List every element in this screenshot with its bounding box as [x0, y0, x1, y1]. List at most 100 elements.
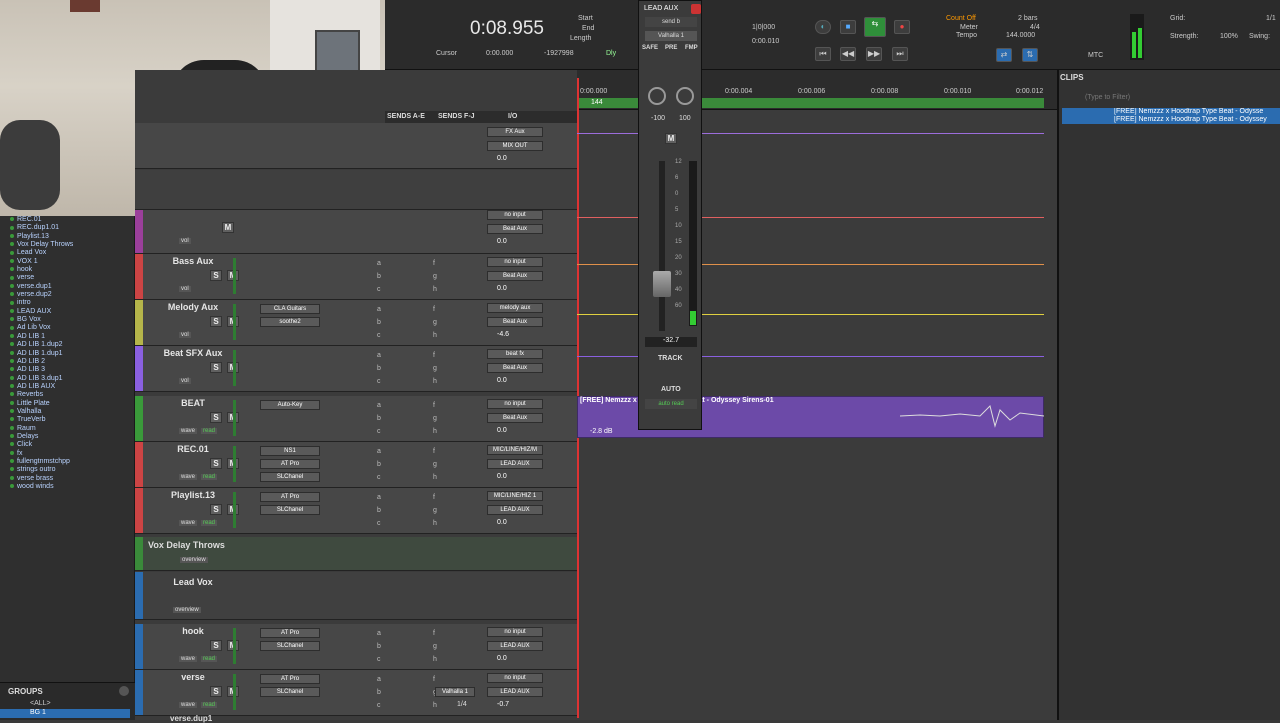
solo-button[interactable]: S: [210, 412, 222, 423]
track-visibility-icon[interactable]: [10, 217, 14, 222]
group-bg1[interactable]: BG 1: [0, 709, 130, 718]
tempo-value[interactable]: 144.0000: [1006, 32, 1035, 39]
track-volume[interactable]: 0.0: [497, 519, 507, 526]
track-name[interactable]: BEAT: [148, 398, 238, 408]
track-visibility-icon[interactable]: [10, 250, 14, 255]
track-input[interactable]: MIC/LINE/HIZ 1: [487, 491, 543, 501]
view-selector[interactable]: vol: [179, 238, 191, 244]
automation-mode[interactable]: read: [201, 428, 218, 434]
sidebar-track-item[interactable]: VOX 1: [10, 258, 134, 266]
region-gain[interactable]: -2.8 dB: [590, 428, 613, 435]
track-volume[interactable]: 0.0: [497, 655, 507, 662]
sidebar-track-item[interactable]: TrueVerb: [10, 416, 134, 424]
view-selector[interactable]: wave: [179, 474, 198, 480]
send-slot[interactable]: f: [433, 402, 435, 409]
track-volume[interactable]: 0.0: [497, 377, 507, 384]
track-visibility-icon[interactable]: [10, 359, 14, 363]
send-slot[interactable]: f: [433, 676, 435, 683]
forward-icon[interactable]: ▶▶: [866, 47, 882, 61]
clip-item-1[interactable]: [FREE] Nemzzz x Hoodtrap Type Beat - Ody…: [1062, 108, 1280, 116]
sync-icon[interactable]: ⇅: [1022, 48, 1038, 62]
send-slot[interactable]: b: [377, 461, 381, 468]
insert-slot[interactable]: SLChanel: [260, 472, 320, 482]
track-volume[interactable]: -4.6: [497, 331, 509, 338]
send-slot[interactable]: a: [377, 630, 381, 637]
sidebar-track-item[interactable]: LEAD AUX: [10, 308, 134, 316]
stop-icon[interactable]: ■: [840, 20, 856, 34]
send-slot[interactable]: c: [377, 378, 381, 385]
track-input[interactable]: no input: [487, 673, 543, 683]
automation-mode[interactable]: read: [201, 474, 218, 480]
safe-button[interactable]: SAFE: [642, 45, 658, 51]
sidebar-track-item[interactable]: Ad Lib Vox: [10, 324, 134, 332]
link-icon[interactable]: ⇄: [996, 48, 1012, 62]
track-input[interactable]: FX Aux: [487, 127, 543, 137]
send-slot[interactable]: f: [433, 352, 435, 359]
mtc-label[interactable]: MTC: [1088, 52, 1103, 59]
sidebar-track-item[interactable]: verse.dup2: [10, 291, 134, 299]
send-slot[interactable]: a: [377, 494, 381, 501]
send-slot[interactable]: h: [433, 332, 437, 339]
sidebar-track-item[interactable]: Reverbs: [10, 391, 134, 399]
sidebar-track-item[interactable]: BG Vox: [10, 316, 134, 324]
insert-slot[interactable]: soothe2: [260, 317, 320, 327]
sidebar-track-item[interactable]: hook: [10, 266, 134, 274]
send-slot[interactable]: a: [377, 402, 381, 409]
track-visibility-icon[interactable]: [10, 375, 14, 380]
track-name[interactable]: Beat SFX Aux: [148, 348, 238, 358]
pan-right-knob[interactable]: [676, 87, 694, 105]
track-visibility-icon[interactable]: [10, 225, 14, 230]
view-selector[interactable]: vol: [179, 378, 191, 384]
send-slot[interactable]: a: [377, 260, 381, 267]
send-slot[interactable]: h: [433, 428, 437, 435]
sidebar-track-item[interactable]: fx: [10, 450, 134, 458]
solo-button[interactable]: S: [210, 362, 222, 373]
send-slot[interactable]: c: [377, 520, 381, 527]
send-slot[interactable]: g: [433, 319, 437, 326]
sidebar-track-item[interactable]: Valhalla: [10, 408, 134, 416]
sidebar-track-item[interactable]: verse.dup1: [10, 283, 134, 291]
send-slot[interactable]: f: [433, 494, 435, 501]
sidebar-track-item[interactable]: wood winds: [10, 483, 134, 491]
insert-slot[interactable]: AT Pro: [260, 492, 320, 502]
sidebar-track-item[interactable]: Lead Vox: [10, 249, 134, 257]
sidebar-track-item[interactable]: AD LIB 1.dup1: [10, 350, 134, 358]
insert-slot[interactable]: NS1: [260, 446, 320, 456]
track-input[interactable]: no input: [487, 399, 543, 409]
sidebar-track-item[interactable]: Playlist.13: [10, 233, 134, 241]
send-slot[interactable]: f: [433, 306, 435, 313]
track-visibility-icon[interactable]: [10, 467, 14, 472]
delay-label[interactable]: Dly: [606, 50, 616, 57]
insert-slot[interactable]: SLChanel: [260, 687, 320, 697]
meter-value[interactable]: 4/4: [1030, 24, 1040, 31]
sidebar-track-item[interactable]: Click: [10, 441, 134, 449]
track-visibility-icon[interactable]: [10, 267, 14, 272]
send-slot[interactable]: c: [377, 702, 381, 709]
solo-button[interactable]: S: [210, 504, 222, 515]
send-slot[interactable]: g: [433, 273, 437, 280]
end-icon[interactable]: ⏭: [892, 47, 908, 61]
solo-button[interactable]: S: [210, 270, 222, 281]
track-visibility-icon[interactable]: [10, 300, 14, 305]
automation-mode[interactable]: read: [201, 702, 218, 708]
sidebar-track-item[interactable]: Vox Delay Throws: [10, 241, 134, 249]
sidebar-track-item[interactable]: Raum: [10, 425, 134, 433]
sidebar-track-item[interactable]: AD LIB 1: [10, 333, 134, 341]
insert-slot[interactable]: AT Pro: [260, 459, 320, 469]
track-visibility-icon[interactable]: [10, 450, 14, 455]
view-selector[interactable]: wave: [179, 702, 198, 708]
volume-value[interactable]: -32.7: [645, 337, 697, 347]
track-visibility-icon[interactable]: [10, 459, 14, 464]
track-visibility-icon[interactable]: [10, 333, 14, 338]
view-selector[interactable]: vol: [179, 286, 191, 292]
track-output[interactable]: Beat Aux: [487, 224, 543, 234]
sidebar-track-item[interactable]: fullengtnmstchpp: [10, 458, 134, 466]
mbt-counter[interactable]: 1|0|000: [752, 24, 775, 31]
track-visibility-icon[interactable]: [10, 475, 14, 480]
track-visibility-icon[interactable]: [10, 325, 14, 330]
track-name[interactable]: hook: [148, 626, 238, 636]
sidebar-track-item[interactable]: verse brass: [10, 475, 134, 483]
track-input[interactable]: no input: [487, 210, 543, 220]
track-visibility-icon[interactable]: [10, 425, 14, 430]
pan-left-knob[interactable]: [648, 87, 666, 105]
